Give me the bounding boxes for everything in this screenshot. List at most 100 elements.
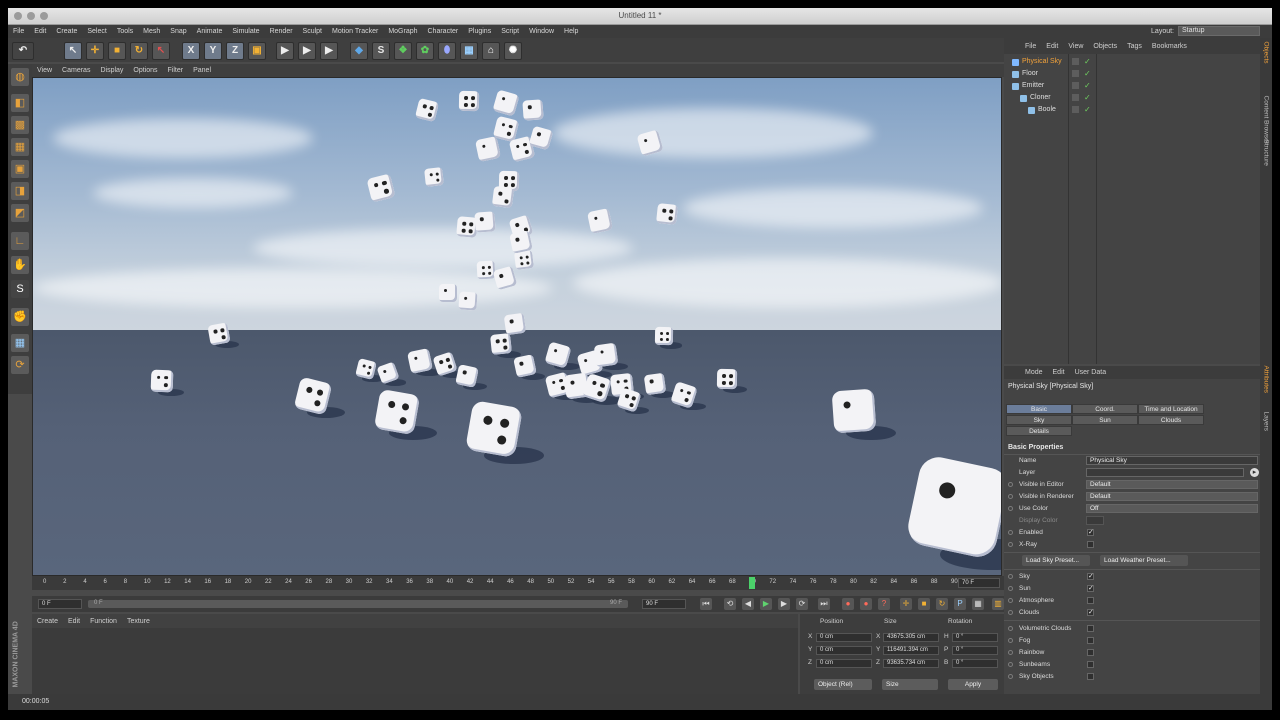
toggle-checkbox[interactable] — [1087, 673, 1094, 680]
object-row-emitter[interactable]: Emitter ✓ — [1004, 80, 1260, 92]
viewport-menu-display[interactable]: Display — [95, 67, 128, 74]
menu-item-window[interactable]: Window — [524, 28, 559, 35]
current-frame-marker[interactable] — [749, 577, 756, 589]
timeline-ruler[interactable]: 0 2 4 6 8 10 12 14 16 18 20 22 24 26 28 30 32 34 36 38 40 42 4… — [32, 576, 1004, 590]
size-mode-select[interactable]: Size — [882, 679, 938, 690]
coordinate-mode-select[interactable]: Object (Rel) — [814, 679, 872, 690]
menu-item-mograph[interactable]: MoGraph — [383, 28, 422, 35]
record-active-objects-button[interactable]: ● — [842, 598, 854, 610]
object-menu-bookmarks[interactable]: Bookmarks — [1147, 43, 1192, 50]
object-row-physical-sky[interactable]: Physical Sky ✓ — [1004, 56, 1260, 68]
autokeying-button[interactable]: ● — [860, 598, 872, 610]
record-scale-button[interactable]: ■ — [918, 598, 930, 610]
record-parameter-button[interactable]: P — [954, 598, 966, 610]
end-frame-field[interactable]: 90 F — [642, 599, 686, 609]
go-to-end-button[interactable]: ⏭ — [818, 598, 830, 610]
menu-item-help[interactable]: Help — [559, 28, 583, 35]
tweak-mode-icon[interactable]: ✋ — [11, 256, 29, 274]
visibility-check-icon[interactable]: ✓ — [1084, 104, 1091, 116]
scale-tool-button[interactable]: ■ — [108, 42, 126, 60]
object-menu-tags[interactable]: Tags — [1122, 43, 1147, 50]
texture-mode-icon[interactable]: ▩ — [11, 116, 29, 134]
array-object-button[interactable]: ✿ — [416, 42, 434, 60]
material-menu-texture[interactable]: Texture — [122, 618, 155, 625]
undo-button[interactable]: ↶ — [12, 42, 34, 60]
size-field[interactable]: 116491.394 cm — [883, 646, 939, 655]
viewport-menu-view[interactable]: View — [32, 67, 57, 74]
animation-mode-icon[interactable]: ✊ — [11, 308, 29, 326]
coordinate-system-button[interactable]: ▣ — [248, 42, 266, 60]
toggle-checkbox[interactable] — [1087, 661, 1094, 668]
visibility-check-icon[interactable]: ✓ — [1084, 92, 1091, 104]
toggle-checkbox[interactable] — [1087, 649, 1094, 656]
animate-dot-icon[interactable] — [1008, 650, 1013, 655]
material-menu-function[interactable]: Function — [85, 618, 122, 625]
menu-item-mesh[interactable]: Mesh — [138, 28, 165, 35]
size-field[interactable]: 43675.305 cm — [883, 633, 939, 642]
go-to-start-button[interactable]: ⏮ — [700, 598, 712, 610]
animate-dot-icon[interactable] — [1008, 586, 1013, 591]
viewport-menu-options[interactable]: Options — [128, 67, 162, 74]
menu-item-simulate[interactable]: Simulate — [227, 28, 264, 35]
menu-item-motion-tracker[interactable]: Motion Tracker — [327, 28, 383, 35]
snap-icon[interactable]: S — [11, 280, 29, 298]
play-forward-button[interactable]: ▶ — [760, 598, 772, 610]
menu-item-render[interactable]: Render — [265, 28, 298, 35]
toggle-checkbox[interactable] — [1087, 597, 1094, 604]
model-mode-icon[interactable]: ◧ — [11, 94, 29, 112]
apply-button[interactable]: Apply — [948, 679, 998, 690]
object-row-boole[interactable]: Boole ✓ — [1004, 104, 1260, 116]
frame-range-slider[interactable]: 0 F 90 F — [88, 600, 628, 608]
object-menu-edit[interactable]: Edit — [1041, 43, 1063, 50]
toggle-checkbox[interactable] — [1087, 637, 1094, 644]
z-axis-lock-button[interactable]: Z — [226, 42, 244, 60]
make-editable-icon[interactable]: ◍ — [11, 68, 29, 86]
record-pla-button[interactable]: ▦ — [972, 598, 984, 610]
camera-object-button[interactable]: ⌂ — [482, 42, 500, 60]
spline-pen-button[interactable]: S — [372, 42, 390, 60]
material-menu-edit[interactable]: Edit — [63, 618, 85, 625]
next-key-button[interactable]: ⟳ — [796, 598, 808, 610]
animate-dot-icon[interactable] — [1008, 598, 1013, 603]
render-view-button[interactable]: ▶ — [276, 42, 294, 60]
light-object-button[interactable]: ✺ — [504, 42, 522, 60]
animate-dot-icon[interactable] — [1008, 574, 1013, 579]
start-frame-field[interactable]: 0 F — [38, 599, 82, 609]
move-tool-button[interactable]: ✛ — [86, 42, 104, 60]
planar-workplane-icon[interactable]: ⟳ — [11, 356, 29, 374]
animate-dot-icon[interactable] — [1008, 638, 1013, 643]
object-row-floor[interactable]: Floor ✓ — [1004, 68, 1260, 80]
deformer-button[interactable]: ⬮ — [438, 42, 456, 60]
keyframe-selection-button[interactable]: ? — [878, 598, 890, 610]
layer-toggle[interactable] — [1072, 82, 1079, 89]
toggle-checkbox[interactable] — [1087, 625, 1094, 632]
menu-item-snap[interactable]: Snap — [165, 28, 191, 35]
menu-item-create[interactable]: Create — [51, 28, 82, 35]
side-tab-layers[interactable]: Layers — [1263, 412, 1270, 484]
layer-toggle[interactable] — [1072, 94, 1079, 101]
visibility-check-icon[interactable]: ✓ — [1084, 80, 1091, 92]
polygons-mode-icon[interactable]: ◩ — [11, 204, 29, 222]
object-menu-objects[interactable]: Objects — [1088, 43, 1122, 50]
animate-dot-icon[interactable] — [1008, 662, 1013, 667]
position-field[interactable]: 0 cm — [816, 646, 872, 655]
previous-key-button[interactable]: ⟲ — [724, 598, 736, 610]
x-axis-lock-button[interactable]: X — [182, 42, 200, 60]
toggle-checkbox[interactable]: ✓ — [1087, 609, 1094, 616]
record-position-button[interactable]: ✛ — [900, 598, 912, 610]
animate-dot-icon[interactable] — [1008, 610, 1013, 615]
y-axis-lock-button[interactable]: Y — [204, 42, 222, 60]
animate-dot-icon[interactable] — [1008, 626, 1013, 631]
menu-item-character[interactable]: Character — [423, 28, 464, 35]
perspective-viewport[interactable] — [32, 77, 1002, 576]
position-field[interactable]: 0 cm — [816, 633, 872, 642]
menu-item-file[interactable]: File — [8, 28, 29, 35]
layer-toggle[interactable] — [1072, 58, 1079, 65]
visibility-check-icon[interactable]: ✓ — [1084, 56, 1091, 68]
viewport-menu-panel[interactable]: Panel — [188, 67, 216, 74]
object-menu-file[interactable]: File — [1020, 43, 1041, 50]
workplane-mode-icon[interactable]: ▦ — [11, 138, 29, 156]
rotation-field[interactable]: 0 ° — [952, 646, 998, 655]
rotate-tool-button[interactable]: ↻ — [130, 42, 148, 60]
animate-dot-icon[interactable] — [1008, 674, 1013, 679]
